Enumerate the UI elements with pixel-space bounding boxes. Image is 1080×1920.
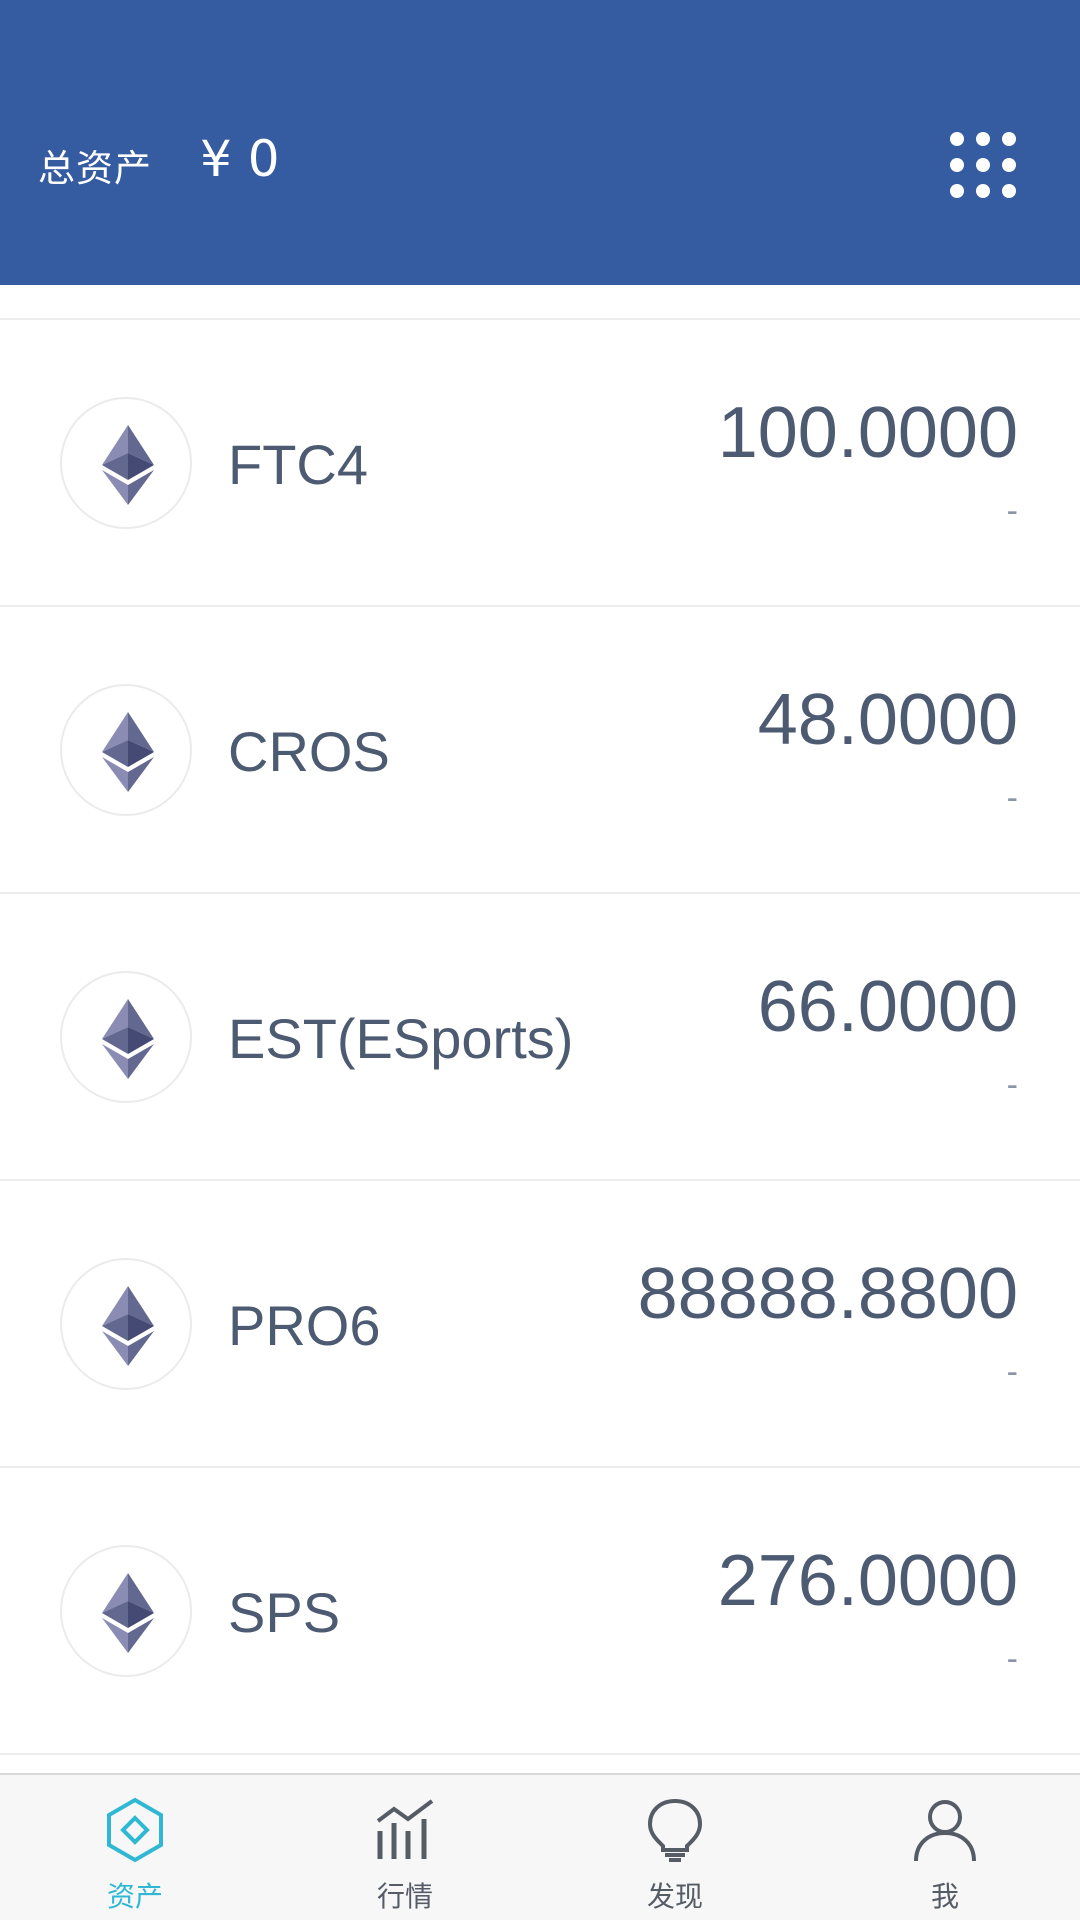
asset-name: CROS xyxy=(228,720,390,783)
total-assets-label: 总资产 xyxy=(38,147,152,190)
chart-bars-icon xyxy=(376,1799,434,1859)
asset-value-placeholder: - xyxy=(1006,1353,1018,1391)
ethereum-icon xyxy=(60,1545,192,1677)
user-icon xyxy=(914,1800,976,1862)
asset-list: FTC4 100.0000 - CROS 48.0000 - EST(ESpor… xyxy=(0,320,1080,1755)
asset-value-placeholder: - xyxy=(1006,492,1018,530)
ethereum-icon xyxy=(60,1258,192,1390)
ethereum-icon xyxy=(60,397,192,529)
asset-amount: 48.0000 xyxy=(757,680,1018,760)
header: 总资产 ¥ 0 xyxy=(0,0,1080,285)
asset-diamond-icon xyxy=(107,1797,163,1863)
asset-amount: 88888.8800 xyxy=(637,1254,1018,1334)
tab-label: 我 xyxy=(930,1880,959,1913)
tab-market[interactable]: 行情 xyxy=(270,1775,540,1920)
asset-name: SPS xyxy=(228,1581,341,1644)
asset-row-ftc4[interactable]: FTC4 100.0000 - xyxy=(0,320,1080,607)
list-spacer xyxy=(0,285,1080,320)
tab-label: 发现 xyxy=(646,1880,703,1913)
asset-row-sps[interactable]: SPS 276.0000 - xyxy=(0,1468,1080,1755)
tab-me[interactable]: 我 xyxy=(810,1775,1080,1920)
asset-name: PRO6 xyxy=(228,1294,381,1357)
bottom-tab-bar: 资产 行情 发现 我 xyxy=(0,1773,1080,1920)
asset-value-placeholder: - xyxy=(1006,1066,1018,1104)
lightbulb-icon xyxy=(647,1798,703,1862)
total-assets-value: ¥ 0 xyxy=(200,130,280,188)
asset-value-placeholder: - xyxy=(1006,1640,1018,1678)
asset-amount: 66.0000 xyxy=(757,967,1018,1047)
tab-label: 资产 xyxy=(106,1880,163,1913)
tab-discover[interactable]: 发现 xyxy=(540,1775,810,1920)
asset-row-pro6[interactable]: PRO6 88888.8800 - xyxy=(0,1181,1080,1468)
asset-value-placeholder: - xyxy=(1006,779,1018,817)
ethereum-icon xyxy=(60,971,192,1103)
tab-assets[interactable]: 资产 xyxy=(0,1775,270,1920)
asset-row-cros[interactable]: CROS 48.0000 - xyxy=(0,607,1080,894)
grid-dots-icon xyxy=(950,132,964,146)
asset-amount: 276.0000 xyxy=(717,1541,1018,1621)
asset-row-est[interactable]: EST(ESports) 66.0000 - xyxy=(0,894,1080,1181)
asset-name: FTC4 xyxy=(228,433,368,496)
asset-name: EST(ESports) xyxy=(228,1007,574,1070)
ethereum-icon xyxy=(60,684,192,816)
asset-amount: 100.0000 xyxy=(717,393,1018,473)
grid-menu-button[interactable] xyxy=(950,132,1022,204)
tab-label: 行情 xyxy=(376,1880,433,1913)
